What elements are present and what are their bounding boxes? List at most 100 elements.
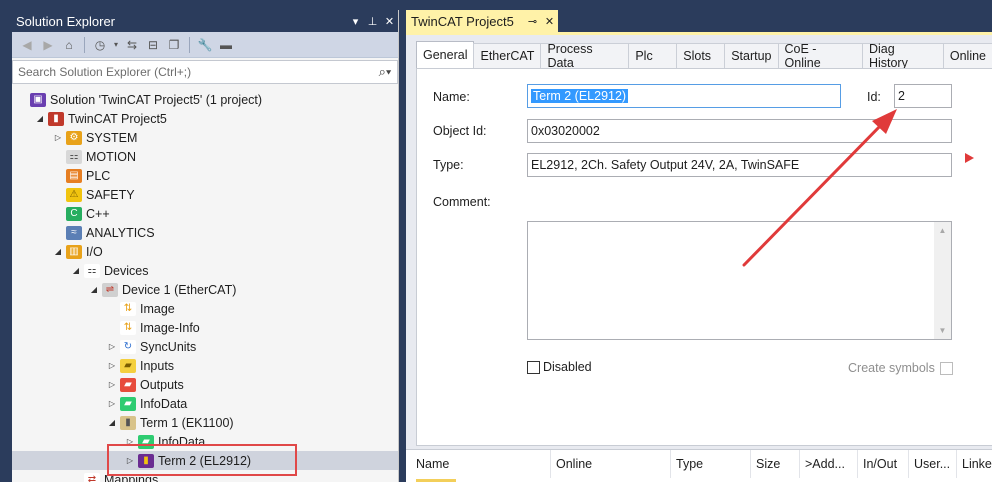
- tree-node-label: InfoData: [158, 434, 206, 449]
- id-label: Id:: [867, 90, 881, 104]
- tree-node[interactable]: ▤ PLC: [12, 166, 398, 185]
- tree-node[interactable]: ◢ ▥ I/O: [12, 242, 398, 261]
- back-icon[interactable]: ◀: [18, 36, 36, 54]
- id-field[interactable]: 2: [894, 84, 952, 108]
- forward-icon[interactable]: ▶: [39, 36, 57, 54]
- tree-node-label: Image-Info: [140, 320, 200, 335]
- expander-icon[interactable]: ◢: [70, 266, 82, 275]
- dropdown-arrow-icon[interactable]: ▾: [112, 36, 120, 54]
- object-id-field[interactable]: 0x03020002: [527, 119, 952, 143]
- tree-node[interactable]: ⚠ SAFETY: [12, 185, 398, 204]
- tab-diag-history[interactable]: Diag History: [861, 42, 944, 70]
- grid-column-user[interactable]: User...: [909, 450, 957, 478]
- tab-plc[interactable]: Plc: [628, 43, 678, 68]
- expander-icon[interactable]: ◢: [52, 247, 64, 256]
- show-all-files-icon[interactable]: ❐: [165, 36, 183, 54]
- tab-general[interactable]: General: [416, 41, 475, 68]
- collapse-all-icon[interactable]: ⊟: [144, 36, 162, 54]
- tree-node-label: MOTION: [86, 149, 136, 164]
- tree-node[interactable]: ▷ ▰ Inputs: [12, 356, 398, 375]
- tab-coe-online[interactable]: CoE - Online: [777, 42, 863, 70]
- expander-icon[interactable]: ▷: [52, 133, 64, 142]
- tree-node[interactable]: ▷ ▰ Outputs: [12, 375, 398, 394]
- tree-node[interactable]: C C++: [12, 204, 398, 223]
- create-symbols-label: Create symbols: [848, 361, 935, 375]
- tree-node[interactable]: ◢ ⚏ Devices: [12, 261, 398, 280]
- expander-icon[interactable]: ▷: [106, 380, 118, 389]
- disabled-checkbox[interactable]: [527, 361, 540, 374]
- expander-icon[interactable]: ▷: [106, 342, 118, 351]
- property-tabs: General EtherCAT Process Data Plc Slots …: [416, 41, 992, 70]
- properties-wrench-icon[interactable]: 🔧: [196, 36, 214, 54]
- tree-node[interactable]: ▷ ↻ SyncUnits: [12, 337, 398, 356]
- plc-icon: ▤: [66, 168, 82, 183]
- window-position-dropdown-icon[interactable]: ▾: [347, 15, 364, 28]
- preview-icon[interactable]: ▬: [217, 36, 235, 54]
- tab-slots[interactable]: Slots: [676, 43, 726, 68]
- comment-scrollbar[interactable]: ▲ ▼: [934, 222, 951, 339]
- expander-icon[interactable]: ▷: [124, 437, 136, 446]
- tree-node-label: Term 1 (EK1100): [140, 415, 234, 430]
- tree-node-label: Device 1 (EtherCAT): [122, 282, 237, 297]
- tree-node[interactable]: ◢ ⇌ Device 1 (EtherCAT): [12, 280, 398, 299]
- type-field[interactable]: EL2912, 2Ch. Safety Output 24V, 2A, Twin…: [527, 153, 952, 177]
- tree-node[interactable]: ◢ ▮ Term 1 (EK1100): [12, 413, 398, 432]
- tab-startup[interactable]: Startup: [724, 43, 779, 68]
- comment-field[interactable]: ▲ ▼: [527, 221, 952, 340]
- expander-icon[interactable]: ◢: [88, 285, 100, 294]
- pin-icon[interactable]: ⊸: [524, 15, 541, 28]
- document-tab[interactable]: TwinCAT Project5 ⊸ ✕: [406, 10, 558, 32]
- pin-icon[interactable]: ⊥: [364, 15, 381, 28]
- tab-online[interactable]: Online: [942, 43, 992, 68]
- grid-column-address[interactable]: >Add...: [800, 450, 858, 478]
- pending-changes-icon[interactable]: ◷: [91, 36, 109, 54]
- devices-icon: ⚏: [84, 263, 100, 278]
- red-triangle-marker: [965, 153, 974, 163]
- tree-node[interactable]: ⇅ Image-Info: [12, 318, 398, 337]
- name-field[interactable]: Term 2 (EL2912): [527, 84, 841, 108]
- expander-icon[interactable]: ◢: [106, 418, 118, 427]
- scroll-up-icon[interactable]: ▲: [934, 222, 951, 239]
- grid-column-size[interactable]: Size: [751, 450, 800, 478]
- cpp-icon: C: [66, 206, 82, 221]
- tree-node[interactable]: ⚏ MOTION: [12, 147, 398, 166]
- search-icon[interactable]: ⌕▾: [373, 64, 397, 80]
- scroll-down-icon[interactable]: ▼: [934, 322, 951, 339]
- tree-node-label: SyncUnits: [140, 339, 197, 354]
- tree-node[interactable]: ▷ ⚙ SYSTEM: [12, 128, 398, 147]
- grid-column-name[interactable]: Name: [411, 450, 551, 478]
- expander-icon[interactable]: ▷: [124, 456, 136, 465]
- grid-column-in-out[interactable]: In/Out: [858, 450, 909, 478]
- solution-icon: ▣: [30, 92, 46, 107]
- tab-ethercat[interactable]: EtherCAT: [473, 43, 542, 68]
- tree-node[interactable]: ⇄ Mappings: [12, 470, 398, 482]
- expander-icon[interactable]: ▷: [106, 399, 118, 408]
- tree-node-label: SAFETY: [86, 187, 135, 202]
- expander-icon[interactable]: ◢: [34, 114, 46, 123]
- grid-column-type[interactable]: Type: [671, 450, 751, 478]
- expander-icon[interactable]: ▷: [106, 361, 118, 370]
- sync-icon[interactable]: ⇆: [123, 36, 141, 54]
- grid-column-linked[interactable]: Linke: [957, 450, 992, 478]
- search-box[interactable]: Search Solution Explorer (Ctrl+;) ⌕▾: [12, 60, 398, 84]
- image-info-icon: ⇅: [120, 320, 136, 335]
- grid-column-online[interactable]: Online: [551, 450, 671, 478]
- tab-process-data[interactable]: Process Data: [540, 42, 630, 70]
- tree-node[interactable]: ▷ ▰ InfoData: [12, 432, 398, 451]
- close-icon[interactable]: ✕: [541, 15, 558, 28]
- tree-node[interactable]: ◢ ▮ TwinCAT Project5: [12, 109, 398, 128]
- solution-explorer-title: Solution Explorer: [16, 13, 115, 29]
- home-icon[interactable]: ⌂: [60, 36, 78, 54]
- tree-node[interactable]: ▣ Solution 'TwinCAT Project5' (1 project): [12, 90, 398, 109]
- close-icon[interactable]: ✕: [381, 15, 398, 28]
- tree-node[interactable]: ▷ ▮ Term 2 (EL2912): [12, 451, 398, 470]
- disabled-label: Disabled: [543, 360, 592, 374]
- ethercat-device-icon: ⇌: [102, 282, 118, 297]
- document-tab-title: TwinCAT Project5: [411, 13, 514, 29]
- create-symbols-checkbox[interactable]: [940, 362, 953, 375]
- tree-node[interactable]: ⇅ Image: [12, 299, 398, 318]
- tree-node[interactable]: ≈ ANALYTICS: [12, 223, 398, 242]
- tree-node[interactable]: ▷ ▰ InfoData: [12, 394, 398, 413]
- object-id-label: Object Id:: [433, 124, 487, 138]
- search-input[interactable]: Search Solution Explorer (Ctrl+;): [18, 65, 373, 79]
